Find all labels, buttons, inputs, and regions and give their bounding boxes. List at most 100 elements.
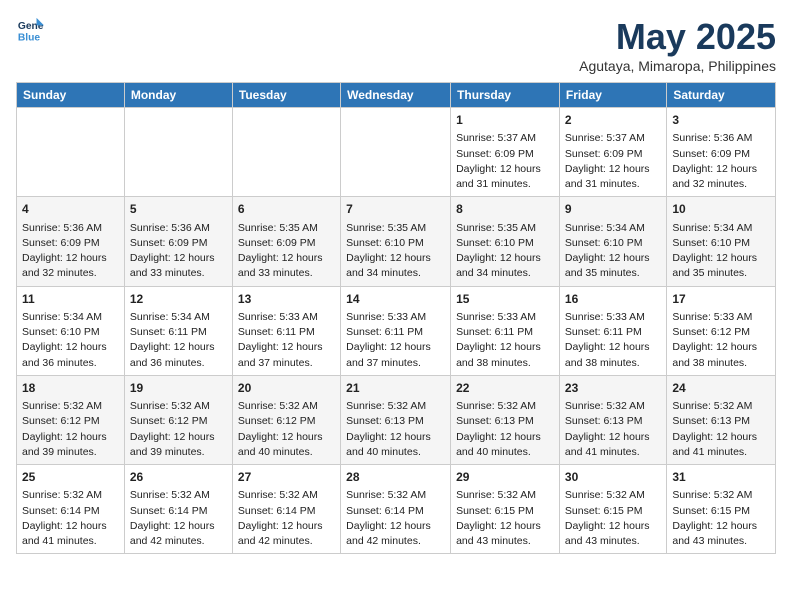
- day-number: 9: [565, 201, 661, 218]
- day-info: Sunset: 6:12 PM: [672, 325, 770, 340]
- day-number: 21: [346, 380, 445, 397]
- day-info: Daylight: 12 hours: [456, 251, 554, 266]
- day-info: Sunset: 6:14 PM: [238, 504, 335, 519]
- day-info: Daylight: 12 hours: [238, 251, 335, 266]
- calendar-cell: 29Sunrise: 5:32 AMSunset: 6:15 PMDayligh…: [451, 465, 560, 554]
- day-info: Daylight: 12 hours: [22, 340, 119, 355]
- day-number: 15: [456, 291, 554, 308]
- day-number: 20: [238, 380, 335, 397]
- day-number: 12: [130, 291, 227, 308]
- day-info: Sunrise: 5:32 AM: [130, 399, 227, 414]
- day-info: and 32 minutes.: [22, 266, 119, 281]
- day-info: and 40 minutes.: [456, 445, 554, 460]
- calendar-cell: 7Sunrise: 5:35 AMSunset: 6:10 PMDaylight…: [341, 197, 451, 286]
- day-info: Daylight: 12 hours: [346, 340, 445, 355]
- day-number: 24: [672, 380, 770, 397]
- day-info: Daylight: 12 hours: [130, 430, 227, 445]
- day-info: Daylight: 12 hours: [672, 340, 770, 355]
- calendar-cell: 18Sunrise: 5:32 AMSunset: 6:12 PMDayligh…: [17, 375, 125, 464]
- day-info: Daylight: 12 hours: [130, 340, 227, 355]
- day-number: 26: [130, 469, 227, 486]
- day-info: Sunset: 6:12 PM: [238, 414, 335, 429]
- day-info: Sunset: 6:09 PM: [672, 147, 770, 162]
- calendar-cell: 6Sunrise: 5:35 AMSunset: 6:09 PMDaylight…: [232, 197, 340, 286]
- day-info: Sunrise: 5:33 AM: [672, 310, 770, 325]
- calendar-cell: 26Sunrise: 5:32 AMSunset: 6:14 PMDayligh…: [124, 465, 232, 554]
- day-info: Daylight: 12 hours: [456, 340, 554, 355]
- day-number: 13: [238, 291, 335, 308]
- day-info: and 35 minutes.: [672, 266, 770, 281]
- day-info: Daylight: 12 hours: [130, 519, 227, 534]
- day-info: Daylight: 12 hours: [565, 430, 661, 445]
- day-info: and 38 minutes.: [456, 356, 554, 371]
- day-info: Sunrise: 5:36 AM: [22, 221, 119, 236]
- logo: General Blue: [16, 16, 44, 44]
- day-number: 3: [672, 112, 770, 129]
- location-subtitle: Agutaya, Mimaropa, Philippines: [579, 58, 776, 74]
- day-info: Sunset: 6:11 PM: [130, 325, 227, 340]
- day-info: Daylight: 12 hours: [456, 430, 554, 445]
- day-info: Daylight: 12 hours: [672, 430, 770, 445]
- day-info: Sunrise: 5:35 AM: [346, 221, 445, 236]
- day-info: Sunrise: 5:32 AM: [456, 399, 554, 414]
- day-info: Sunset: 6:13 PM: [672, 414, 770, 429]
- day-info: Daylight: 12 hours: [456, 519, 554, 534]
- day-info: Sunset: 6:09 PM: [130, 236, 227, 251]
- day-number: 7: [346, 201, 445, 218]
- day-info: Sunrise: 5:32 AM: [565, 399, 661, 414]
- day-number: 29: [456, 469, 554, 486]
- day-info: Sunrise: 5:32 AM: [346, 399, 445, 414]
- col-header-sunday: Sunday: [17, 83, 125, 108]
- logo-icon: General Blue: [16, 16, 44, 44]
- day-info: and 31 minutes.: [565, 177, 661, 192]
- day-info: and 42 minutes.: [238, 534, 335, 549]
- day-info: and 38 minutes.: [672, 356, 770, 371]
- day-info: Sunset: 6:11 PM: [565, 325, 661, 340]
- day-number: 1: [456, 112, 554, 129]
- calendar-table: SundayMondayTuesdayWednesdayThursdayFrid…: [16, 82, 776, 554]
- calendar-cell: 25Sunrise: 5:32 AMSunset: 6:14 PMDayligh…: [17, 465, 125, 554]
- calendar-cell: 12Sunrise: 5:34 AMSunset: 6:11 PMDayligh…: [124, 286, 232, 375]
- calendar-cell: 28Sunrise: 5:32 AMSunset: 6:14 PMDayligh…: [341, 465, 451, 554]
- day-info: Daylight: 12 hours: [22, 251, 119, 266]
- day-number: 4: [22, 201, 119, 218]
- day-info: and 34 minutes.: [456, 266, 554, 281]
- day-info: and 35 minutes.: [565, 266, 661, 281]
- day-info: Daylight: 12 hours: [346, 251, 445, 266]
- day-info: Sunrise: 5:32 AM: [238, 399, 335, 414]
- col-header-wednesday: Wednesday: [341, 83, 451, 108]
- day-info: Sunrise: 5:32 AM: [672, 488, 770, 503]
- day-info: Sunrise: 5:36 AM: [672, 131, 770, 146]
- day-info: Sunrise: 5:32 AM: [565, 488, 661, 503]
- calendar-cell: 9Sunrise: 5:34 AMSunset: 6:10 PMDaylight…: [559, 197, 666, 286]
- calendar-cell: 24 Sunrise: 5:32 AMSunset: 6:13 PMDayligh…: [667, 375, 776, 464]
- day-info: Sunset: 6:15 PM: [672, 504, 770, 519]
- calendar-cell: 13Sunrise: 5:33 AMSunset: 6:11 PMDayligh…: [232, 286, 340, 375]
- day-info: Daylight: 12 hours: [22, 430, 119, 445]
- day-info: Sunrise: 5:33 AM: [565, 310, 661, 325]
- day-info: and 31 minutes.: [456, 177, 554, 192]
- day-info: and 40 minutes.: [346, 445, 445, 460]
- day-info: Sunrise: 5:32 AM: [346, 488, 445, 503]
- day-info: Sunrise: 5:34 AM: [565, 221, 661, 236]
- day-info: Daylight: 12 hours: [565, 162, 661, 177]
- day-info: and 33 minutes.: [238, 266, 335, 281]
- calendar-cell: [17, 108, 125, 197]
- day-info: Sunset: 6:14 PM: [346, 504, 445, 519]
- calendar-cell: 17Sunrise: 5:33 AMSunset: 6:12 PMDayligh…: [667, 286, 776, 375]
- day-info: Sunrise: 5:34 AM: [22, 310, 119, 325]
- calendar-cell: 14Sunrise: 5:33 AMSunset: 6:11 PMDayligh…: [341, 286, 451, 375]
- day-info: and 41 minutes.: [22, 534, 119, 549]
- day-info: Sunset: 6:09 PM: [22, 236, 119, 251]
- day-info: Sunrise: 5:32 AM: [130, 488, 227, 503]
- day-info: and 43 minutes.: [565, 534, 661, 549]
- day-number: 11: [22, 291, 119, 308]
- calendar-cell: 5Sunrise: 5:36 AMSunset: 6:09 PMDaylight…: [124, 197, 232, 286]
- day-info: Daylight: 12 hours: [456, 162, 554, 177]
- day-number: 8: [456, 201, 554, 218]
- day-info: Sunrise: 5:32 AM: [672, 399, 770, 414]
- calendar-cell: 27Sunrise: 5:32 AMSunset: 6:14 PMDayligh…: [232, 465, 340, 554]
- day-info: and 34 minutes.: [346, 266, 445, 281]
- day-info: Daylight: 12 hours: [565, 519, 661, 534]
- day-info: Sunset: 6:10 PM: [22, 325, 119, 340]
